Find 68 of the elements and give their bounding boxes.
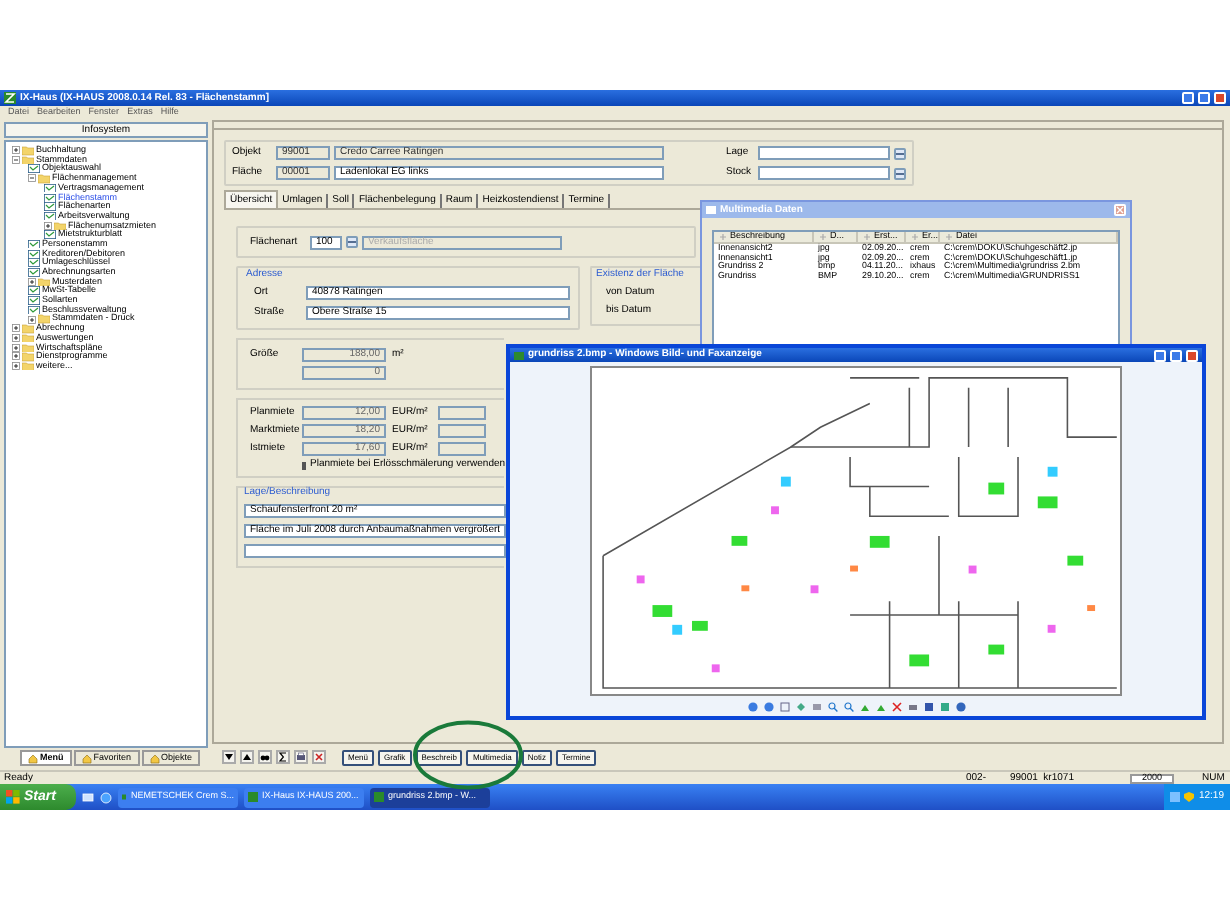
house-icon (149, 753, 160, 763)
expand-icon[interactable] (12, 362, 20, 371)
sigma-icon[interactable] (276, 750, 290, 764)
up-icon[interactable] (240, 750, 254, 764)
lookup-field[interactable] (758, 146, 890, 160)
minimize-icon[interactable] (1182, 92, 1194, 104)
form-icon (44, 230, 56, 240)
save-icon[interactable] (923, 701, 933, 712)
sort-icon (946, 234, 952, 240)
expand-icon[interactable] (44, 221, 52, 230)
print-icon[interactable] (907, 701, 917, 712)
actual-size-icon[interactable] (795, 701, 805, 712)
delete-icon[interactable] (891, 701, 901, 712)
close-icon[interactable] (1186, 349, 1198, 362)
text-field[interactable] (244, 544, 506, 558)
app-icon (248, 792, 258, 802)
shield-icon[interactable] (1184, 792, 1195, 802)
rotate-left-icon[interactable] (859, 701, 869, 712)
expand-icon[interactable] (12, 352, 20, 361)
image-icon (514, 351, 524, 360)
fit-icon[interactable] (779, 701, 789, 712)
folder-icon (38, 277, 50, 287)
app-icon (374, 792, 384, 802)
rotate-right-icon[interactable] (875, 701, 885, 712)
windows-logo-icon (6, 790, 20, 804)
sort-icon (912, 234, 918, 240)
close-icon[interactable] (1114, 204, 1126, 216)
folder-icon (54, 221, 66, 231)
maximize-icon[interactable] (1198, 92, 1210, 104)
dropdown-button[interactable] (894, 167, 906, 179)
sort-icon (864, 234, 870, 240)
expand-icon[interactable] (12, 324, 20, 333)
expand-icon[interactable] (28, 277, 36, 286)
help-icon[interactable] (955, 701, 965, 712)
next-icon[interactable] (763, 701, 773, 712)
close-icon[interactable] (1214, 92, 1226, 104)
window-icon (706, 206, 716, 214)
minimize-icon[interactable] (1154, 349, 1166, 362)
expand-icon[interactable] (28, 315, 36, 324)
number-field[interactable] (438, 442, 486, 456)
dropdown-button[interactable] (894, 147, 906, 159)
desktop-icon[interactable] (82, 791, 94, 803)
expand-icon[interactable] (12, 146, 20, 155)
maximize-icon[interactable] (1170, 349, 1182, 362)
number-field[interactable] (438, 424, 486, 438)
home-icon (28, 753, 38, 763)
edit-icon[interactable] (939, 701, 949, 712)
down-icon[interactable] (222, 750, 236, 764)
slideshow-icon[interactable] (811, 701, 821, 712)
expand-icon[interactable] (12, 334, 20, 343)
highlight-circle (412, 720, 524, 790)
sort-icon (720, 234, 726, 240)
collapse-icon[interactable] (12, 156, 20, 165)
previous-icon[interactable] (747, 701, 757, 712)
print-icon[interactable] (294, 750, 308, 764)
expand-icon[interactable] (12, 343, 20, 352)
globe-icon[interactable] (100, 791, 112, 803)
zoom-in-icon[interactable] (827, 701, 837, 712)
zoom-out-icon[interactable] (843, 701, 853, 712)
collapse-icon[interactable] (28, 174, 36, 183)
lookup-field[interactable] (758, 166, 890, 180)
sort-icon (820, 234, 826, 240)
delete-icon[interactable] (312, 750, 326, 764)
binoculars-icon[interactable] (258, 750, 272, 764)
dropdown-button[interactable] (346, 236, 358, 248)
form-icon (28, 164, 40, 174)
app-icon (122, 792, 127, 802)
number-field[interactable] (438, 406, 486, 420)
